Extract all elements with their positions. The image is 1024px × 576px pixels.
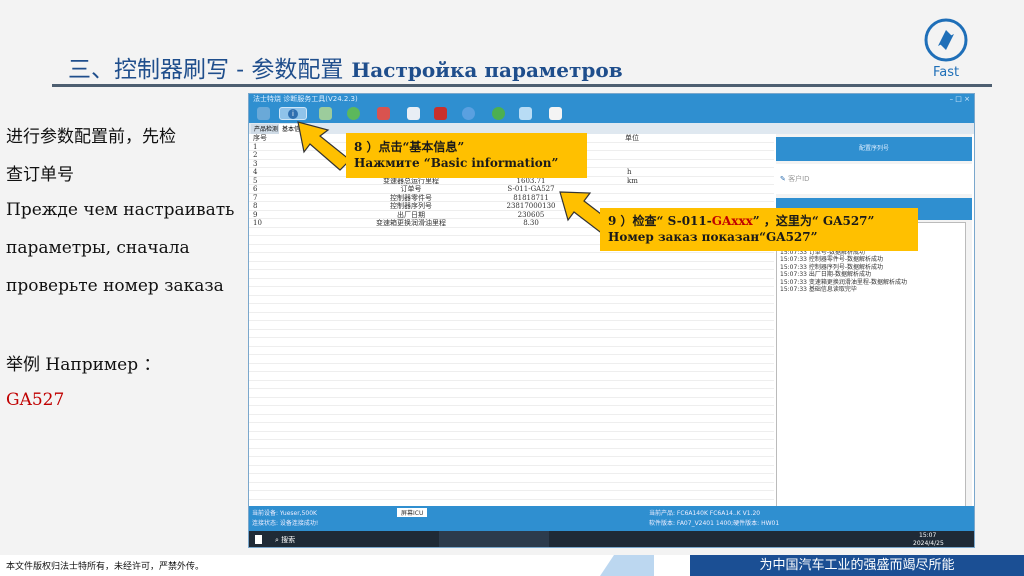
footer-stripe: [600, 555, 654, 576]
callout-9-pre: 9 ）检查“ S-011-: [608, 214, 712, 228]
footer-slogan-band: 为中国汽车工业的强盛而竭尽所能: [690, 555, 1024, 576]
copyright-text: 本文件版权归法士特所有，未经许可，严禁外传。: [6, 562, 205, 572]
callout-9-ru: Номер заказ показан“GA527”: [608, 230, 818, 244]
callout-8-ru: Нажмите “Basic information”: [354, 156, 559, 170]
callout-9-post: ” ，这里为“ GA527”: [752, 214, 875, 228]
arrow-8-icon: [297, 121, 351, 171]
callout-step-8: 8 ）点击“基本信息” Нажмите “Basic information”: [346, 133, 587, 178]
arrow-overlay: [297, 121, 615, 236]
callout-step-9: 9 ）检查“ S-011-GAxxx” ，这里为“ GA527” Номер за…: [600, 208, 918, 251]
callout-8-cn: 8 ）点击“基本信息”: [354, 140, 465, 154]
callout-9-highlight: GAxxx: [711, 214, 753, 228]
slogan: 为中国汽车工业的强盛而竭尽所能: [759, 558, 955, 573]
